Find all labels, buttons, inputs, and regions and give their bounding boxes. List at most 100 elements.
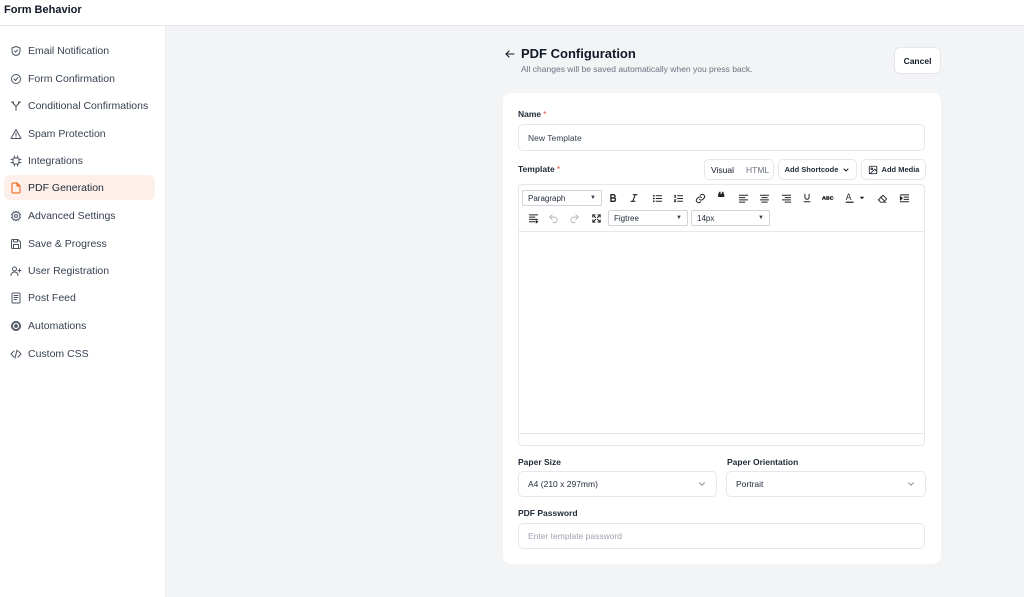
indent-button[interactable] [896,190,912,206]
align-left-icon [738,194,748,203]
bold-icon [610,194,617,202]
sidebar-item-automations[interactable]: Automations [4,313,155,338]
strikethrough-button[interactable]: ABC [820,190,836,206]
shield-check-icon [10,45,22,57]
sidebar-item-advanced-settings[interactable]: Advanced Settings [4,203,155,228]
visual-tab[interactable]: Visual [705,165,740,175]
strikethrough-icon: ABC [822,196,834,202]
toolbar-toggle-button[interactable] [525,210,541,226]
sidebar-item-label: PDF Generation [28,181,104,194]
align-left-button[interactable] [735,190,751,206]
quote-icon: ❝ [717,190,725,206]
kitchen-sink-icon [528,213,539,224]
underline-icon [803,193,811,203]
sidebar-item-pdf-generation[interactable]: PDF Generation [4,175,155,200]
editor-content-area[interactable] [519,233,924,434]
bullet-list-button[interactable] [649,190,665,206]
blockquote-button[interactable]: ❝ [713,190,729,206]
page-title: PDF Configuration [521,46,636,61]
editor-mode-toggle: Visual HTML [704,159,774,180]
paper-orientation-select[interactable]: Portrait [726,471,926,497]
add-media-button[interactable]: Add Media [861,159,926,180]
undo-button[interactable] [545,210,561,226]
rich-text-editor: Paragraph ▼ ❝ ABC A Figtree ▼ 14px ▼ [518,184,925,446]
paper-orientation-value: Portrait [736,479,764,489]
font-family-select[interactable]: Figtree ▼ [608,210,688,226]
sidebar-item-integrations[interactable]: Integrations [4,148,155,173]
sidebar-item-label: Post Feed [28,291,76,304]
paper-orientation-label: Paper Orientation [727,457,799,467]
page-subtitle: All changes will be saved automatically … [521,64,753,74]
bullet-list-icon [652,194,662,202]
align-right-button[interactable] [778,190,794,206]
automation-icon [10,320,22,332]
html-tab[interactable]: HTML [740,165,775,175]
image-icon [868,165,877,174]
name-label: Name * [518,109,547,119]
caret-down-icon: ▼ [758,215,764,221]
split-icon [10,100,22,112]
indent-icon [899,193,909,202]
file-icon [10,182,22,194]
underline-button[interactable] [799,190,815,206]
sidebar-item-post-feed[interactable]: Post Feed [4,285,155,310]
document-icon [10,292,22,304]
sidebar-item-label: Integrations [28,154,83,167]
numbered-list-icon [672,194,683,202]
link-button[interactable] [692,190,708,206]
block-format-value: Paragraph [528,193,566,203]
warning-triangle-icon [10,128,22,140]
code-icon [10,348,22,360]
add-media-label: Add Media [881,165,920,174]
paper-size-value: A4 (210 x 297mm) [528,479,598,489]
svg-text:ABC: ABC [822,196,834,202]
link-icon [695,193,705,203]
sidebar-item-label: Email Notification [28,44,110,57]
pdf-password-input[interactable] [518,523,925,549]
name-input[interactable] [518,124,925,151]
page-header-title: Form Behavior [4,4,82,16]
text-color-button[interactable]: A [843,190,869,206]
sidebar-item-label: Automations [28,319,87,332]
sidebar-item-custom-css[interactable]: Custom CSS [4,341,155,366]
save-icon [10,238,22,250]
chip-icon [10,155,22,167]
italic-icon [630,194,638,202]
sidebar-item-label: Advanced Settings [28,209,116,222]
add-shortcode-button[interactable]: Add Shortcode [778,159,857,180]
caret-down-icon: ▼ [676,215,682,221]
sidebar-item-spam-protection[interactable]: Spam Protection [4,121,155,146]
user-plus-icon [10,265,22,277]
font-size-select[interactable]: 14px ▼ [691,210,770,226]
bold-button[interactable] [605,190,621,206]
fullscreen-button[interactable] [588,210,604,226]
caret-down-icon: ▼ [590,195,596,201]
italic-button[interactable] [626,190,642,206]
arrow-left-icon [505,50,515,58]
redo-button[interactable] [566,210,582,226]
clear-formatting-button[interactable] [874,190,890,206]
paper-size-label: Paper Size [518,457,561,467]
sidebar-item-label: Save & Progress [28,237,107,250]
fullscreen-icon [591,213,601,223]
template-label: Template * [518,164,560,174]
editor-toolbar: Paragraph ▼ ❝ ABC A Figtree ▼ 14px ▼ [519,185,924,232]
svg-text:A: A [846,192,852,202]
sidebar-item-email-notification[interactable]: Email Notification [4,38,155,63]
sidebar-item-form-confirmation[interactable]: Form Confirmation [4,66,155,91]
align-center-button[interactable] [756,190,772,206]
back-button[interactable] [502,46,518,62]
sidebar-item-user-registration[interactable]: User Registration [4,258,155,283]
chevron-down-icon [908,482,914,486]
sidebar-item-save-progress[interactable]: Save & Progress [4,231,155,256]
circle-check-icon [10,73,22,85]
sidebar-item-label: Custom CSS [28,347,89,360]
undo-icon [548,213,558,223]
top-bar: Form Behavior [0,0,1024,26]
block-format-select[interactable]: Paragraph ▼ [522,190,602,206]
align-right-icon [781,194,791,203]
sidebar-item-conditional-confirmations[interactable]: Conditional Confirmations [4,93,155,118]
numbered-list-button[interactable] [670,190,686,206]
paper-size-select[interactable]: A4 (210 x 297mm) [518,471,717,497]
cancel-button[interactable]: Cancel [894,47,941,74]
